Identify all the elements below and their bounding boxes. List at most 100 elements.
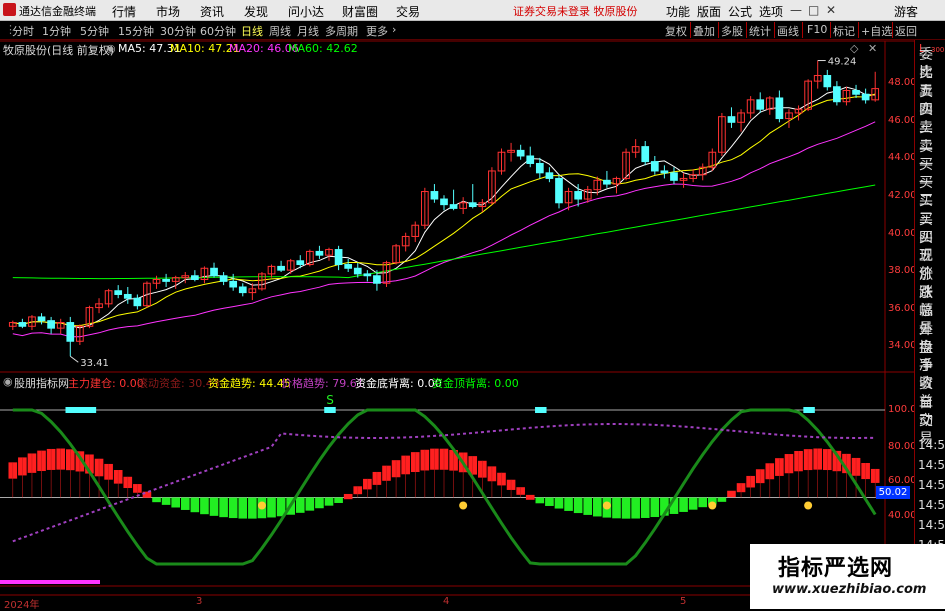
money-bag-icon — [459, 501, 468, 510]
candle-body — [18, 322, 27, 327]
btn-f10[interactable]: F10 — [807, 23, 827, 36]
money-bar — [209, 497, 219, 516]
menu-item-gongneng[interactable]: 功能 — [666, 3, 690, 20]
menu-item-faxian[interactable]: 发现 — [244, 3, 268, 20]
watermark: 指标严选网 www.xuezhibiao.com — [750, 544, 945, 609]
candle-body — [296, 260, 305, 266]
y-tick: 36.00 — [888, 303, 917, 314]
app-name: 通达信金融终端 — [19, 5, 96, 18]
candle-body — [775, 97, 784, 120]
money-bar — [295, 497, 305, 513]
candle-body — [727, 116, 736, 123]
y-tick: 40.00 — [888, 228, 917, 239]
candle-body — [833, 86, 841, 103]
period-30min[interactable]: 30分钟 — [160, 23, 196, 39]
period-5min[interactable]: 5分钟 — [80, 23, 109, 39]
money-bar — [583, 497, 593, 515]
candle-body — [574, 191, 583, 200]
period-60min[interactable]: 60分钟 — [200, 23, 236, 39]
s-signal: S — [326, 393, 334, 407]
candles — [8, 60, 880, 357]
candle-body — [603, 179, 611, 185]
y-tick: 42.00 — [888, 190, 917, 201]
money-bar — [593, 497, 602, 517]
more-chevron-icon[interactable]: › — [392, 23, 396, 36]
money-bar — [535, 497, 545, 504]
period-multi[interactable]: 多周期 — [325, 23, 358, 39]
candle-body — [861, 93, 870, 101]
divider — [858, 22, 859, 38]
candle-body — [468, 202, 477, 208]
indicator-name: 股朋指标网 — [14, 377, 69, 390]
candle-body — [852, 89, 860, 95]
period-fenshi[interactable]: 分时 — [12, 23, 34, 39]
menu-item-xuanxiang[interactable]: 选项 — [759, 3, 783, 20]
btn-duogu[interactable]: 多股 — [721, 23, 743, 39]
money-bar — [564, 497, 573, 511]
candle-body — [210, 267, 218, 277]
y-tick: 46.00 — [888, 115, 917, 126]
candle-body — [229, 280, 238, 288]
login-notice[interactable]: 证券交易未登录 牧原股份 — [513, 3, 638, 19]
candle-body — [114, 290, 123, 295]
money-bar — [267, 497, 276, 518]
divider — [690, 22, 691, 38]
money-bar — [190, 497, 200, 513]
candle-body — [123, 293, 132, 299]
candle-body — [545, 172, 554, 179]
candle-body — [756, 99, 765, 110]
btn-fuquan[interactable]: 复权 — [665, 23, 687, 39]
menu-item-caifuquan[interactable]: 财富圈 — [342, 3, 378, 20]
btn-diejia[interactable]: 叠加 — [693, 23, 715, 39]
money-bar — [640, 497, 650, 518]
candle-body — [823, 75, 832, 88]
divider — [746, 22, 747, 38]
money-bar — [219, 497, 228, 518]
btn-back[interactable]: 返回 — [895, 23, 917, 39]
money-bar — [248, 497, 257, 519]
period-monthly[interactable]: 月线 — [297, 23, 319, 39]
candle-body — [238, 286, 247, 294]
menu-item-banmian[interactable]: 版面 — [697, 3, 721, 20]
close-icon[interactable]: ✕ — [826, 3, 836, 17]
top-signal — [84, 407, 97, 413]
menu-item-wenxiaoda[interactable]: 问小达 — [288, 3, 324, 20]
menu-item-shichang[interactable]: 市场 — [156, 3, 180, 20]
menu-item-hangqing[interactable]: 行情 — [112, 3, 136, 20]
chart-grid — [0, 40, 914, 609]
maximize-icon[interactable]: □ — [808, 3, 819, 17]
period-1min[interactable]: 1分钟 — [42, 23, 71, 39]
candle-body — [555, 177, 563, 204]
field-dibeili: 资金底背离: 0.00 — [355, 377, 442, 390]
period-daily[interactable]: 日线 — [241, 23, 263, 39]
sidebar-time: 14:56 — [918, 518, 945, 532]
candle-body — [344, 264, 353, 269]
divider — [774, 22, 775, 38]
menu-item-jiaoyi[interactable]: 交易 — [396, 3, 420, 20]
money-bar — [698, 497, 708, 508]
guest-label[interactable]: 游客 — [894, 3, 918, 20]
indicator-settings-icon[interactable]: ◉ — [3, 375, 13, 388]
menu-item-zixun[interactable]: 资讯 — [200, 3, 224, 20]
current-value-badge: 50.02 — [876, 486, 910, 499]
btn-huaxian[interactable]: 画线 — [777, 23, 799, 39]
period-15min[interactable]: 15分钟 — [118, 23, 154, 39]
candle-body — [191, 275, 199, 280]
period-more[interactable]: 更多 — [366, 23, 388, 39]
divider — [830, 22, 831, 38]
period-weekly[interactable]: 周线 — [269, 23, 291, 39]
money-bar — [573, 497, 583, 514]
x-tick: 5 — [680, 596, 687, 607]
y-tick: 44.00 — [888, 152, 917, 163]
btn-add-watchlist[interactable]: +自选 — [861, 23, 892, 39]
candle-body — [440, 198, 448, 206]
kline-chart[interactable]: 49.24 33.41 S — [0, 40, 914, 609]
money-bag-icon — [708, 501, 717, 510]
btn-tongji[interactable]: 统计 — [749, 23, 771, 39]
menu-item-gongshi[interactable]: 公式 — [728, 3, 752, 20]
candle-body — [526, 155, 535, 164]
btn-biaoji[interactable]: 标记 — [833, 23, 855, 39]
money-bag-icon — [804, 501, 813, 510]
sidebar-time: 14:56 — [918, 438, 945, 452]
minimize-icon[interactable]: — — [790, 3, 802, 17]
